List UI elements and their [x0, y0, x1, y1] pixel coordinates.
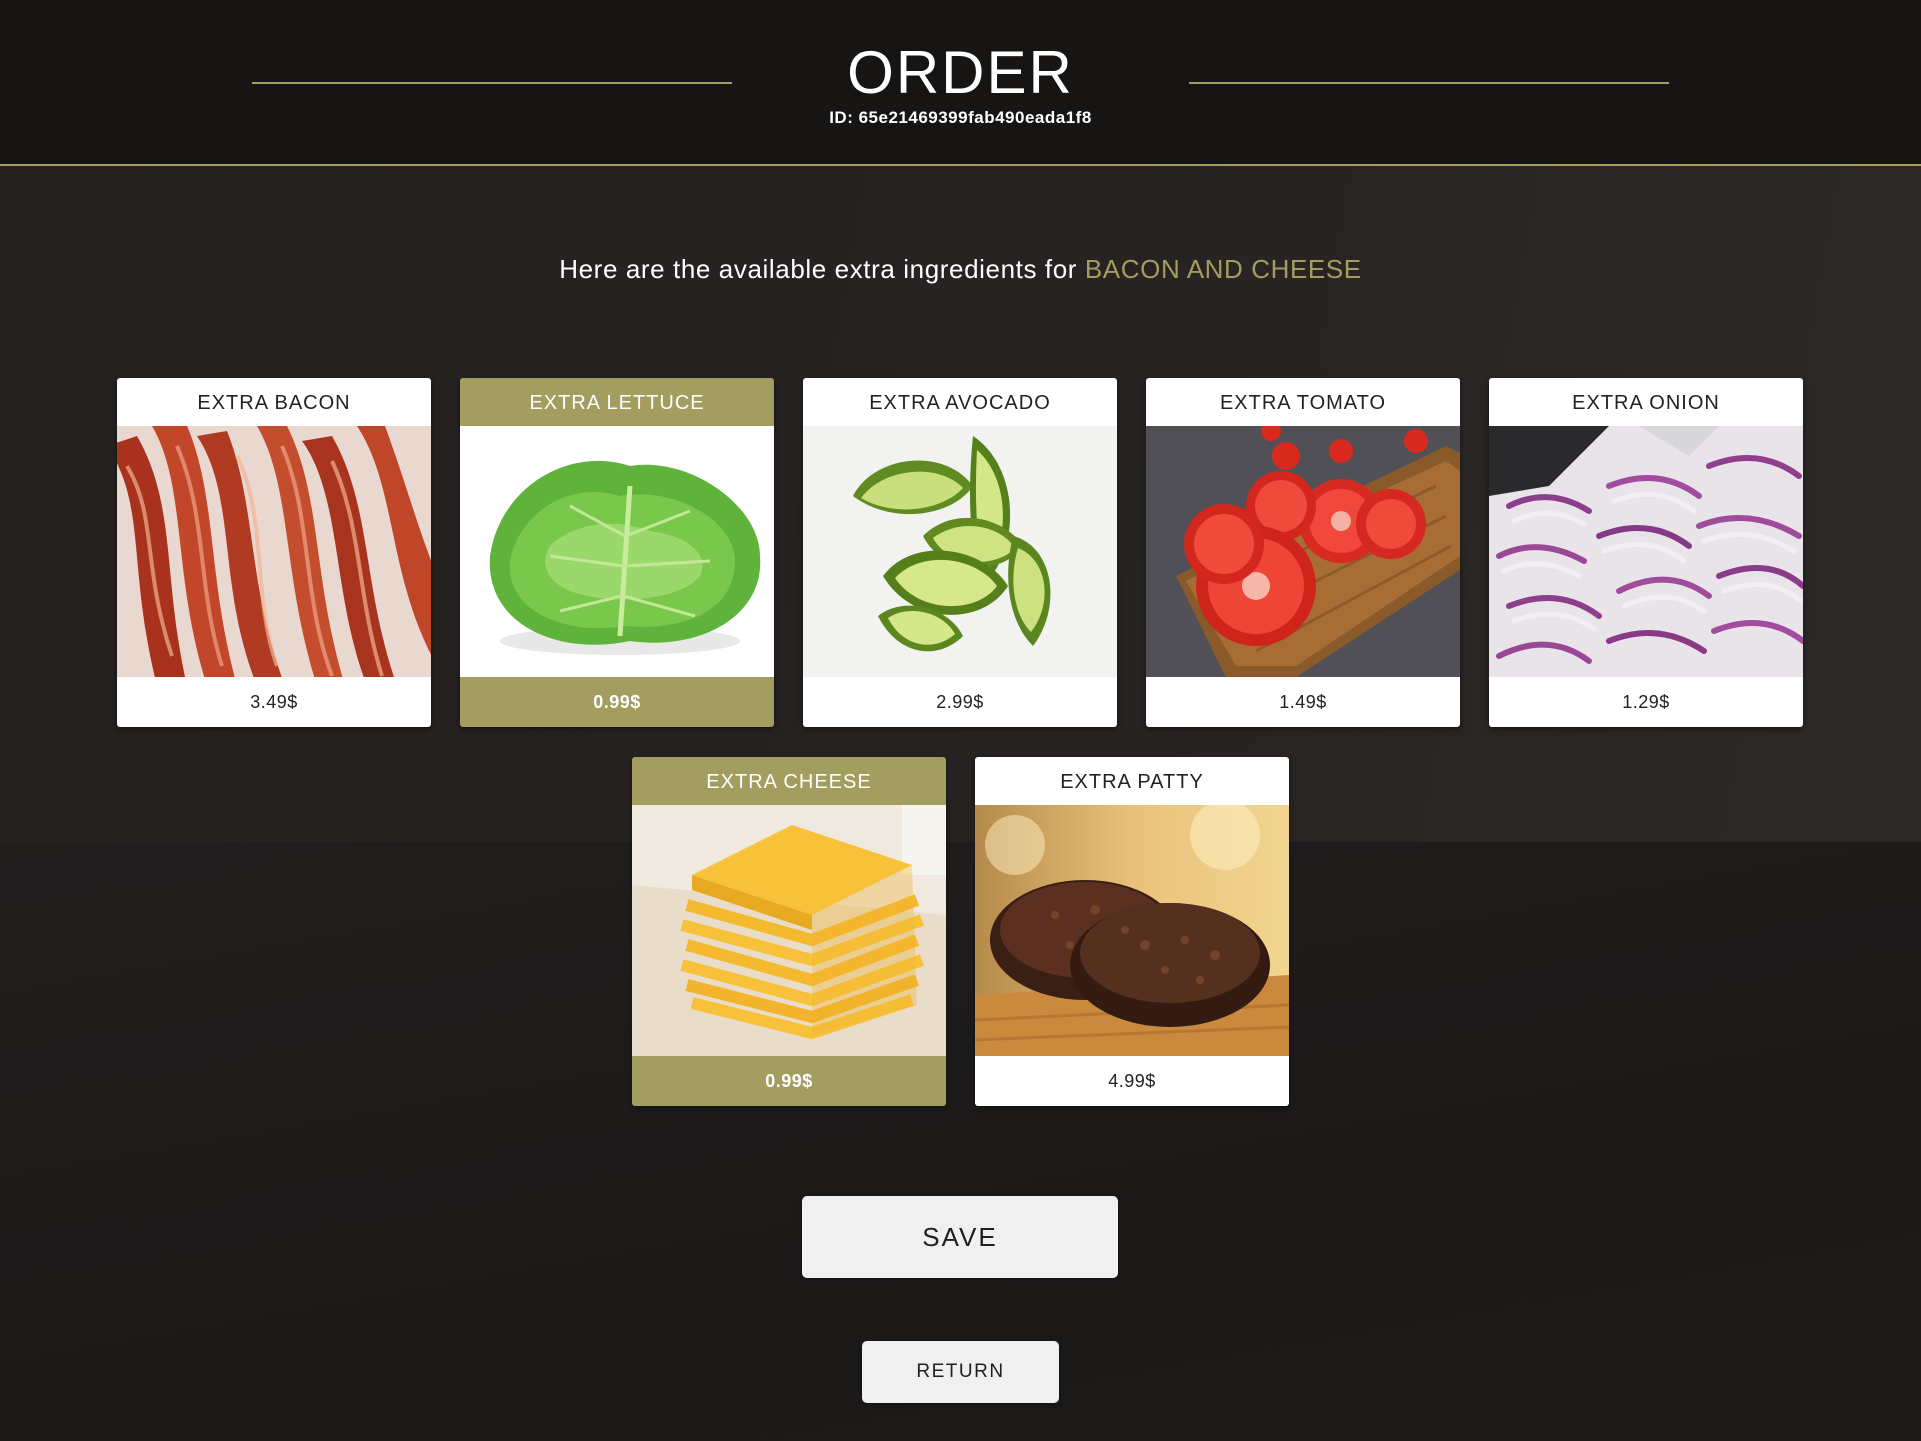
ingredient-card-cheese[interactable]: EXTRA CHEESE 0.99$ — [632, 757, 946, 1106]
ingredient-price: 0.99$ — [765, 1071, 813, 1091]
patty-image — [975, 805, 1289, 1056]
ingredient-name: EXTRA PATTY — [1060, 771, 1204, 793]
ingredient-card-tomato[interactable]: EXTRA TOMATO 1.49$ — [1146, 378, 1460, 727]
tomato-image — [1146, 426, 1460, 677]
ingredient-card-patty[interactable]: EXTRA PATTY 4.99$ — [975, 757, 1289, 1106]
ingredient-price: 1.29$ — [1622, 692, 1670, 712]
ingredient-price: 1.49$ — [1279, 692, 1327, 712]
product-name: BACON AND CHEESE — [1084, 254, 1362, 284]
ingredient-name: EXTRA BACON — [197, 392, 351, 414]
page-title: ORDER — [847, 39, 1074, 106]
ingredient-card-avocado[interactable]: EXTRA AVOCADO 2.99$ — [803, 378, 1117, 727]
ingredient-name: EXTRA AVOCADO — [869, 392, 1051, 414]
ingredient-name: EXTRA LETTUCE — [529, 392, 705, 414]
ingredient-price: 4.99$ — [1108, 1071, 1156, 1091]
ingredient-price: 3.49$ — [250, 692, 298, 712]
onion-image — [1489, 426, 1803, 677]
ingredient-card-bacon[interactable]: EXTRA BACON 3.49$ — [117, 378, 431, 727]
page-header: ORDER ID: 65e21469399fab490eada1f8 — [0, 0, 1921, 166]
ingredient-card-lettuce[interactable]: EXTRA LETTUCE 0.99$ — [460, 378, 774, 727]
intro-text: Here are the available extra ingredients… — [0, 254, 1921, 285]
order-id: ID: 65e21469399fab490eada1f8 — [829, 108, 1092, 127]
ingredient-name: EXTRA TOMATO — [1219, 392, 1387, 414]
bacon-image — [117, 426, 431, 677]
cheese-image — [632, 805, 946, 1056]
save-button[interactable]: SAVE — [802, 1196, 1118, 1278]
ingredient-card-onion[interactable]: EXTRA ONION 1.29$ — [1489, 378, 1803, 727]
return-button[interactable]: RETURN — [862, 1341, 1059, 1403]
intro-label: Here are the available extra ingredients… — [559, 254, 1085, 284]
ingredient-name: EXTRA ONION — [1572, 392, 1720, 414]
ingredient-name: EXTRA CHEESE — [706, 771, 872, 793]
ingredient-price: 0.99$ — [593, 692, 641, 712]
lettuce-image — [460, 426, 774, 677]
avocado-image — [803, 426, 1117, 677]
ingredient-price: 2.99$ — [936, 692, 984, 712]
